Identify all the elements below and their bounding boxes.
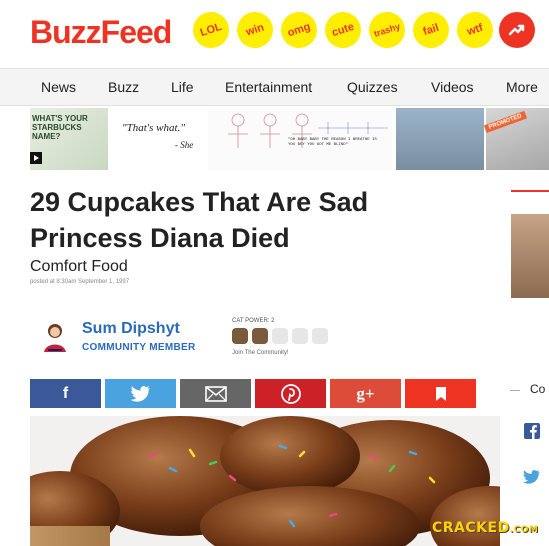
pinterest-icon bbox=[280, 383, 301, 404]
share-bar: f g+ bbox=[30, 379, 476, 408]
cupcakes-illustration bbox=[30, 416, 500, 546]
omg-badge[interactable]: omg bbox=[276, 7, 322, 53]
fail-badge[interactable]: fail bbox=[408, 7, 454, 53]
facebook-share-button[interactable]: f bbox=[30, 379, 101, 408]
avatar[interactable] bbox=[38, 320, 72, 354]
starbucks-ad-headline: WHAT'S YOUR STARBUCKS NAME? bbox=[32, 114, 88, 141]
trashy-badge[interactable]: trashy bbox=[364, 7, 410, 53]
sidebar-twitter-button[interactable] bbox=[514, 462, 549, 492]
pinterest-share-button[interactable] bbox=[255, 379, 326, 408]
sidebar-divider bbox=[511, 190, 549, 192]
author-role: COMMUNITY MEMBER bbox=[82, 342, 196, 353]
nav-item-videos[interactable]: Videos bbox=[431, 79, 474, 95]
twitter-share-button[interactable] bbox=[105, 379, 176, 408]
google-plus-share-button[interactable]: g+ bbox=[330, 379, 401, 408]
trending-arrow-glyph bbox=[508, 24, 525, 36]
cat-icon bbox=[232, 328, 248, 344]
cat-icon bbox=[272, 328, 288, 344]
cat-power-meter bbox=[232, 328, 328, 344]
lol-badge[interactable]: LOL bbox=[188, 7, 234, 53]
cracked-watermark-suffix: .COM bbox=[509, 525, 539, 535]
facebook-icon: f bbox=[62, 384, 69, 402]
trending-arrow-icon[interactable] bbox=[499, 12, 535, 48]
cat-icon bbox=[292, 328, 308, 344]
twitter-icon bbox=[130, 385, 150, 402]
article-posted-date: posted at 8:30am September 1, 1997 bbox=[30, 279, 130, 285]
article-category[interactable]: Comfort Food bbox=[30, 258, 128, 276]
mail-share-button[interactable] bbox=[180, 379, 251, 408]
cat-power-label: CAT POWER: 2 bbox=[232, 318, 275, 324]
author-name[interactable]: Sum Dipshyt bbox=[82, 320, 180, 338]
man-photo-ad[interactable] bbox=[396, 108, 484, 170]
cracked-watermark-main: CRACKED bbox=[432, 520, 510, 536]
cat-icon bbox=[312, 328, 328, 344]
starbucks-ad[interactable]: WHAT'S YOUR STARBUCKS NAME? "That's what… bbox=[30, 108, 208, 170]
nav-item-life[interactable]: Life bbox=[171, 79, 194, 95]
facebook-icon bbox=[523, 423, 540, 439]
join-community-link[interactable]: Join The Community! bbox=[232, 350, 289, 356]
mail-icon bbox=[204, 385, 227, 402]
article-title: 29 Cupcakes That Are Sad Princess Diana … bbox=[30, 187, 369, 253]
starbucks-ad-quote: "That's what." bbox=[122, 122, 185, 134]
wtf-badge[interactable]: wtf bbox=[452, 7, 498, 53]
play-glyph bbox=[34, 155, 39, 161]
win-badge[interactable]: win bbox=[232, 7, 278, 53]
buzzfeed-logo[interactable]: BuzzFeed bbox=[30, 14, 172, 51]
promo-strip: WHAT'S YOUR STARBUCKS NAME? "That's what… bbox=[30, 108, 549, 170]
twitter-icon bbox=[522, 470, 540, 484]
sketch-ad-caption: "OH BABY BABY THE REASON I BREATHE IS YO… bbox=[288, 138, 377, 147]
avatar-illustration bbox=[44, 324, 66, 352]
sidebar-dash bbox=[510, 390, 520, 391]
starbucks-ad-attribution: - She bbox=[175, 140, 194, 150]
google-plus-icon: g+ bbox=[356, 383, 375, 403]
sidebar-partial-text: Co bbox=[530, 382, 546, 396]
sidebar-facebook-button[interactable] bbox=[514, 416, 549, 446]
nav-item-quizzes[interactable]: Quizzes bbox=[347, 79, 398, 95]
site-header: BuzzFeed LOL win omg cute trashy fail wt… bbox=[0, 0, 549, 68]
main-nav: News Buzz Life Entertainment Quizzes Vid… bbox=[0, 68, 549, 106]
nav-item-news[interactable]: News bbox=[41, 79, 76, 95]
sidebar-thumbnail[interactable] bbox=[511, 214, 549, 298]
nav-item-buzz[interactable]: Buzz bbox=[108, 79, 139, 95]
cracked-watermark: CRACKED.COM bbox=[432, 520, 538, 536]
bookmark-icon bbox=[435, 386, 446, 401]
nav-item-entertainment[interactable]: Entertainment bbox=[225, 79, 312, 95]
cute-badge[interactable]: cute bbox=[320, 7, 366, 53]
play-icon[interactable] bbox=[30, 152, 42, 164]
cat-icon bbox=[252, 328, 268, 344]
nav-item-more[interactable]: More bbox=[506, 79, 538, 95]
sketch-ad[interactable]: "OH BABY BABY THE REASON I BREATHE IS YO… bbox=[208, 108, 392, 170]
hero-image bbox=[30, 416, 500, 546]
bookmark-share-button[interactable] bbox=[405, 379, 476, 408]
